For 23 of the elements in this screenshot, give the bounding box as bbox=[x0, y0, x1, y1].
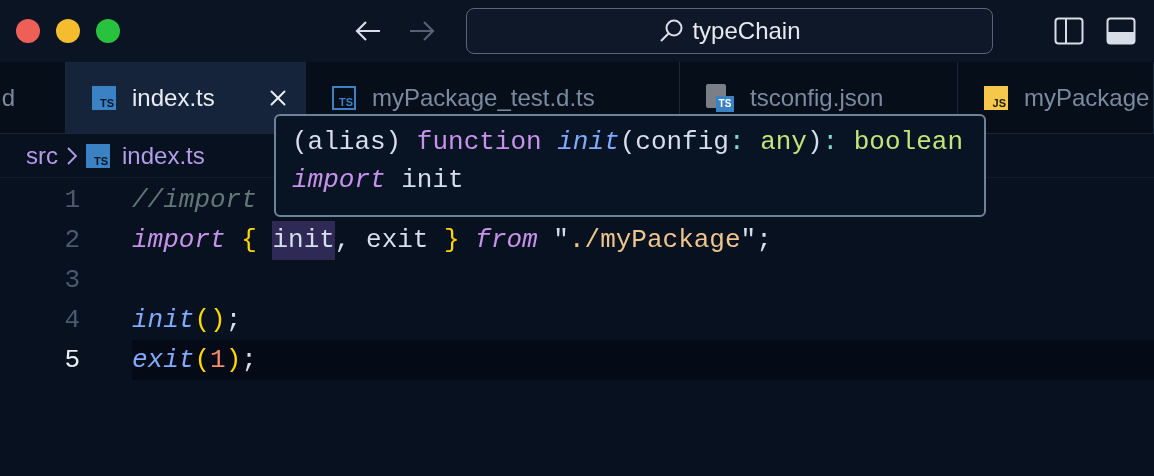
zoom-window-button[interactable] bbox=[96, 19, 120, 43]
code-line: import { init, exit } from "./myPackage"; bbox=[132, 220, 1154, 260]
code-line: init(); bbox=[132, 303, 243, 337]
back-arrow-icon[interactable] bbox=[354, 19, 382, 43]
line-number: 4 bbox=[63, 303, 80, 337]
sidebar-layout-icon[interactable] bbox=[1054, 17, 1084, 45]
line-number: 1 bbox=[63, 183, 80, 217]
panel-layout-icon[interactable] bbox=[1106, 17, 1136, 45]
line-number: 2 bbox=[63, 223, 80, 257]
line-number: 5 bbox=[63, 343, 80, 377]
search-field[interactable]: typeChain bbox=[466, 8, 993, 54]
breadcrumb-item[interactable]: TS index.ts bbox=[86, 137, 205, 174]
breadcrumb-item[interactable]: src bbox=[26, 137, 58, 174]
javascript-file-icon: JS bbox=[984, 85, 1008, 110]
chevron-right-icon bbox=[66, 145, 78, 166]
signature-text: import init bbox=[292, 164, 465, 196]
minimize-window-button[interactable] bbox=[56, 19, 80, 43]
close-window-button[interactable] bbox=[16, 19, 40, 43]
typescript-file-icon: TS bbox=[92, 85, 116, 110]
search-icon bbox=[658, 18, 685, 44]
typescript-file-icon: TS bbox=[86, 143, 110, 168]
typescript-file-icon: TS bbox=[332, 85, 356, 110]
line-number: 3 bbox=[63, 263, 80, 297]
